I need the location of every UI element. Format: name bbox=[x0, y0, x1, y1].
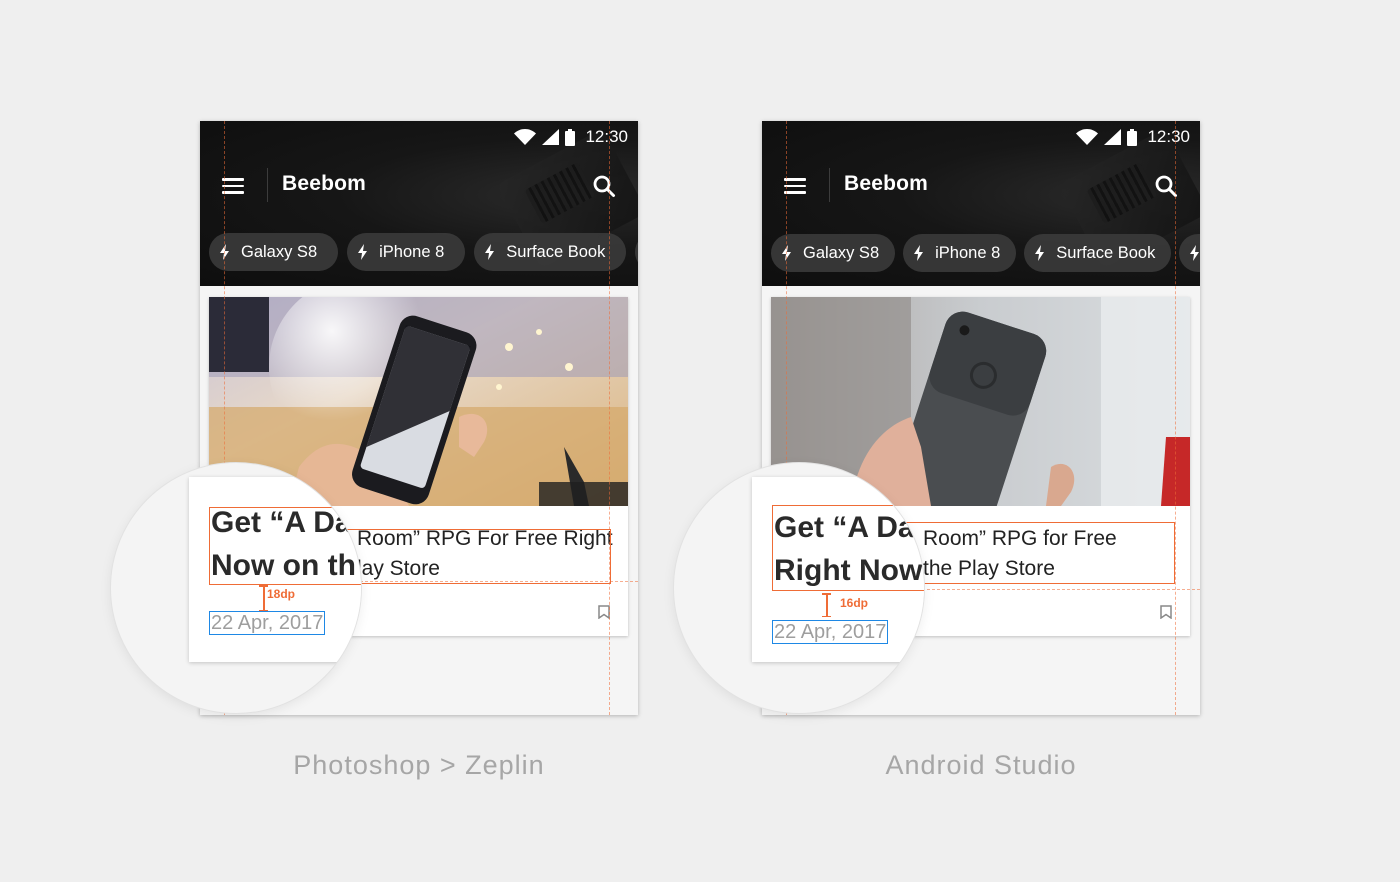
bookmark-icon[interactable] bbox=[1160, 605, 1172, 619]
chip-iphone-8[interactable]: iPhone 8 bbox=[903, 234, 1017, 272]
wifi-icon bbox=[514, 129, 537, 145]
spacing-indicator bbox=[823, 593, 830, 617]
bolt-icon bbox=[914, 245, 924, 261]
magnified-redline-box bbox=[209, 507, 361, 585]
chip-label: Surface Book bbox=[506, 242, 606, 261]
signal-icon bbox=[1104, 129, 1122, 145]
bolt-icon bbox=[358, 244, 368, 260]
bolt-icon bbox=[485, 244, 495, 260]
chip-label: Galaxy S8 bbox=[241, 242, 318, 261]
magnified-redline-box bbox=[772, 505, 924, 591]
brand-title: Beebom bbox=[844, 172, 929, 195]
toolbar: Beebom bbox=[200, 161, 638, 211]
signal-icon bbox=[542, 129, 560, 145]
battery-icon bbox=[1127, 128, 1138, 146]
bolt-icon bbox=[1035, 245, 1045, 261]
chip-surface-book[interactable]: Surface Book bbox=[474, 233, 627, 271]
chip-label: iPhone 8 bbox=[379, 242, 445, 261]
trending-chips: Galaxy S8 iPhone 8 Surface Book bbox=[771, 234, 1200, 272]
chip-galaxy-s8[interactable]: Galaxy S8 bbox=[771, 234, 896, 272]
wifi-icon bbox=[1076, 129, 1099, 145]
app-bar: 12:30 Beebom Galaxy S8 iPhone 8 Surface … bbox=[762, 121, 1200, 286]
app-bar: 12:30 Beebom Galaxy S8 iPhone 8 Surface … bbox=[200, 121, 638, 286]
spacing-label: 18dp bbox=[267, 587, 296, 601]
chip-more[interactable] bbox=[635, 233, 638, 271]
toolbar-divider bbox=[829, 168, 830, 202]
battery-icon bbox=[565, 128, 576, 146]
spacing-label: 16dp bbox=[840, 596, 869, 610]
chip-label: iPhone 8 bbox=[935, 243, 1001, 262]
bolt-icon bbox=[782, 245, 791, 261]
bolt-icon bbox=[220, 244, 229, 260]
bolt-icon bbox=[1190, 245, 1200, 261]
search-icon[interactable] bbox=[592, 174, 616, 198]
article-date: 22 Apr, 2017 bbox=[209, 611, 326, 635]
magnifier-photoshop: Get “A Da Now on th 18dp 22 Apr, 2017 bbox=[111, 463, 361, 713]
guide-line bbox=[609, 121, 610, 715]
chip-more[interactable] bbox=[1179, 234, 1200, 272]
chip-label: Surface Book bbox=[1056, 243, 1156, 262]
magnifier-android-studio: Get “A Da Right Now 16dp 22 Apr, 2017 bbox=[674, 463, 924, 713]
chip-surface-book[interactable]: Surface Book bbox=[1024, 234, 1172, 272]
brand-title: Beebom bbox=[282, 172, 367, 195]
status-bar: 12:30 bbox=[514, 126, 628, 148]
spacing-indicator bbox=[260, 585, 267, 611]
chip-label: Galaxy S8 bbox=[803, 243, 880, 262]
chip-galaxy-s8[interactable]: Galaxy S8 bbox=[209, 233, 339, 271]
article-date: 22 Apr, 2017 bbox=[772, 620, 889, 644]
status-bar: 12:30 bbox=[1076, 126, 1190, 148]
chip-iphone-8[interactable]: iPhone 8 bbox=[347, 233, 466, 271]
caption-android-studio: Android Studio bbox=[885, 750, 1077, 780]
toolbar-divider bbox=[267, 168, 268, 202]
guide-line bbox=[1175, 121, 1176, 715]
hamburger-icon[interactable] bbox=[222, 178, 244, 194]
toolbar: Beebom bbox=[762, 161, 1200, 211]
status-time: 12:30 bbox=[1147, 127, 1190, 146]
status-time: 12:30 bbox=[585, 127, 628, 146]
trending-chips: Galaxy S8 iPhone 8 Surface Book bbox=[209, 233, 638, 271]
caption-photoshop-zeplin: Photoshop > Zeplin bbox=[293, 750, 545, 780]
hamburger-icon[interactable] bbox=[784, 178, 806, 194]
